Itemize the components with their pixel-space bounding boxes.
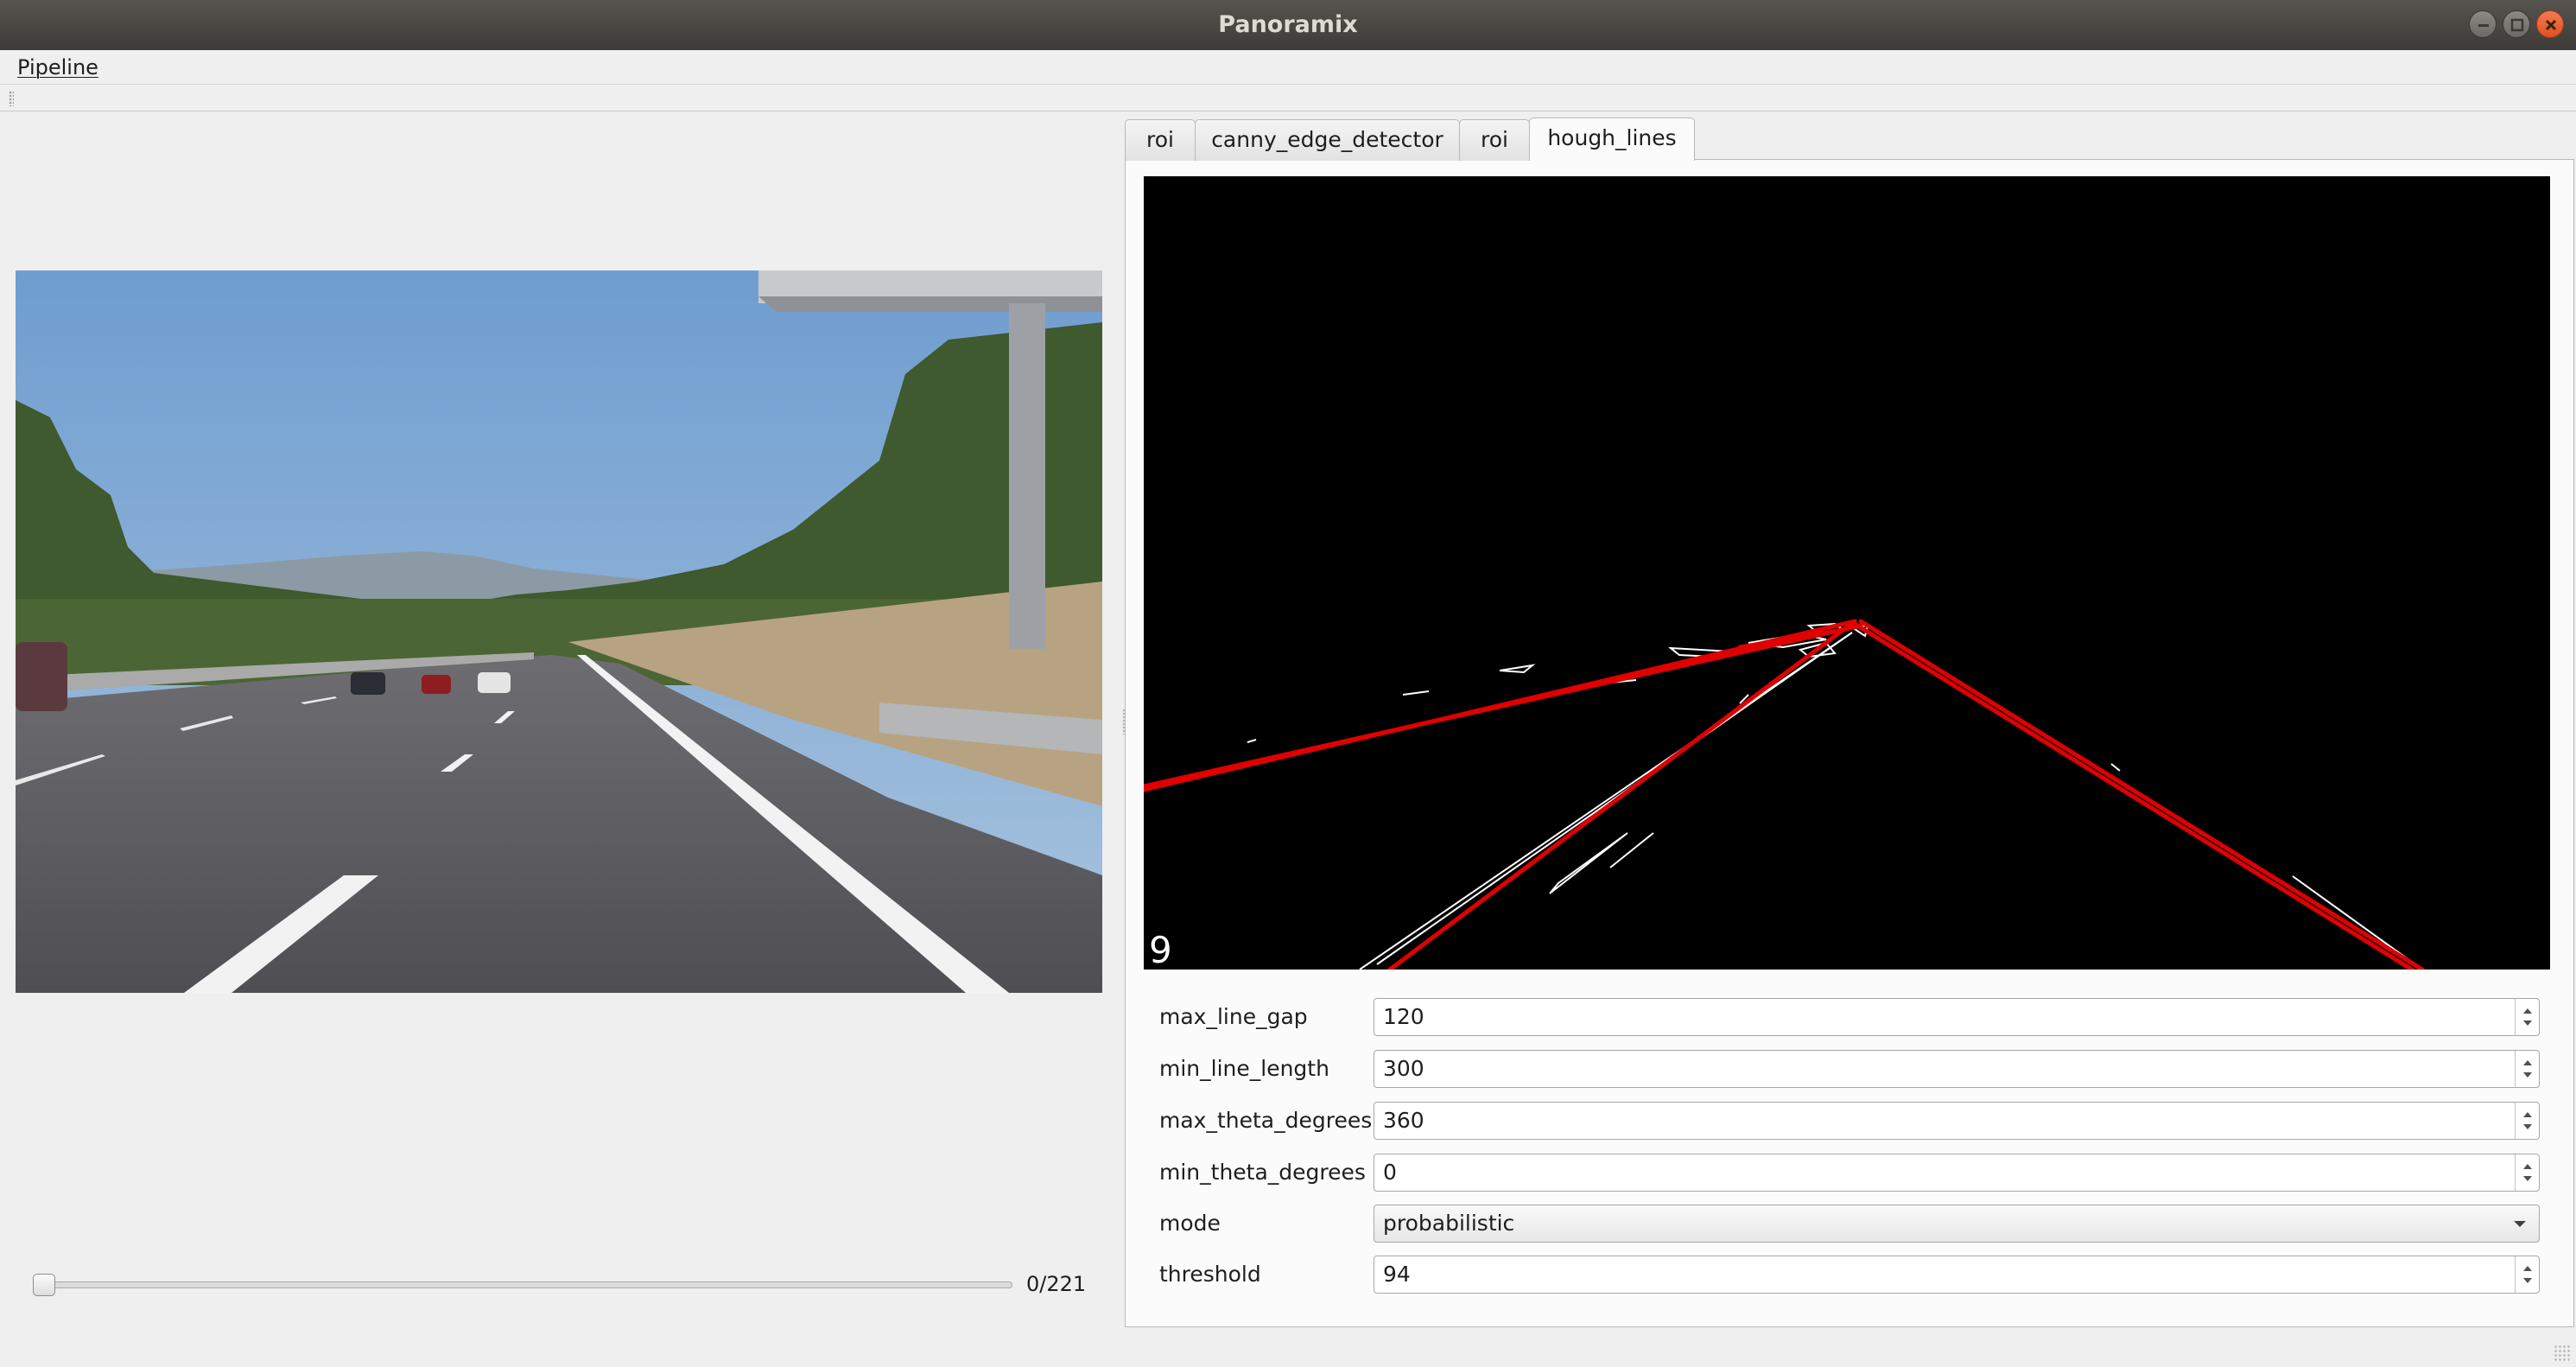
min-line-length-value[interactable]: 300 [1383, 1051, 1424, 1087]
min-theta-degrees-value[interactable]: 0 [1383, 1154, 1397, 1191]
window-titlebar: Panoramix [0, 0, 2576, 50]
param-label-max-theta-degrees: max_theta_degrees [1159, 1108, 1373, 1133]
param-label-threshold: threshold [1159, 1262, 1261, 1287]
param-label-min-line-length: min_line_length [1159, 1056, 1329, 1081]
param-label-min-theta-degrees: min_theta_degrees [1159, 1160, 1366, 1185]
video-frame [16, 270, 1102, 993]
tab-roi-2[interactable]: roi [1459, 119, 1530, 161]
minimize-icon[interactable] [2469, 10, 2497, 38]
spinbox-arrows-icon[interactable] [2515, 1103, 2539, 1139]
spinbox-arrows-icon[interactable] [2515, 1051, 2539, 1087]
chevron-down-icon[interactable] [2511, 1205, 2528, 1245]
maximize-icon[interactable] [2503, 10, 2530, 38]
max-line-gap-spinbox[interactable]: 120 [1374, 998, 2540, 1036]
threshold-spinbox[interactable]: 94 [1374, 1256, 2540, 1294]
hough-lines-preview: 9 [1144, 176, 2550, 970]
mode-value: probabilistic [1383, 1211, 1515, 1236]
frame-slider-track[interactable] [35, 1281, 1012, 1288]
param-label-mode: mode [1159, 1211, 1221, 1236]
max-theta-degrees-value[interactable]: 360 [1383, 1103, 1424, 1139]
toolbar-strip [0, 86, 2576, 111]
tab-roi-1[interactable]: roi [1125, 119, 1196, 161]
tab-hough-lines[interactable]: hough_lines [1529, 118, 1695, 161]
spinbox-arrows-icon[interactable] [2515, 1154, 2539, 1191]
frame-counter: 0/221 [1026, 1272, 1087, 1296]
spinbox-arrows-icon[interactable] [2515, 1256, 2539, 1293]
max-line-gap-value[interactable]: 120 [1383, 999, 1424, 1035]
tab-canny-edge-detector[interactable]: canny_edge_detector [1195, 119, 1460, 161]
min-theta-degrees-spinbox[interactable]: 0 [1374, 1154, 2540, 1192]
window-title: Panoramix [1218, 11, 1358, 38]
toolbar-grip[interactable] [9, 91, 14, 106]
max-theta-degrees-spinbox[interactable]: 360 [1374, 1102, 2540, 1140]
window-resize-grip[interactable] [2554, 1345, 2571, 1362]
mode-combobox[interactable]: probabilistic [1374, 1205, 2540, 1243]
spinbox-arrows-icon[interactable] [2515, 999, 2539, 1035]
preview-overlay-number: 9 [1149, 929, 1172, 970]
threshold-value[interactable]: 94 [1383, 1256, 1411, 1293]
menubar: Pipeline [0, 50, 2576, 85]
close-icon[interactable] [2536, 10, 2564, 38]
min-line-length-spinbox[interactable]: 300 [1374, 1050, 2540, 1088]
param-label-max-line-gap: max_line_gap [1159, 1004, 1308, 1029]
menu-pipeline[interactable]: Pipeline [17, 55, 98, 79]
frame-slider-handle[interactable] [33, 1274, 55, 1296]
